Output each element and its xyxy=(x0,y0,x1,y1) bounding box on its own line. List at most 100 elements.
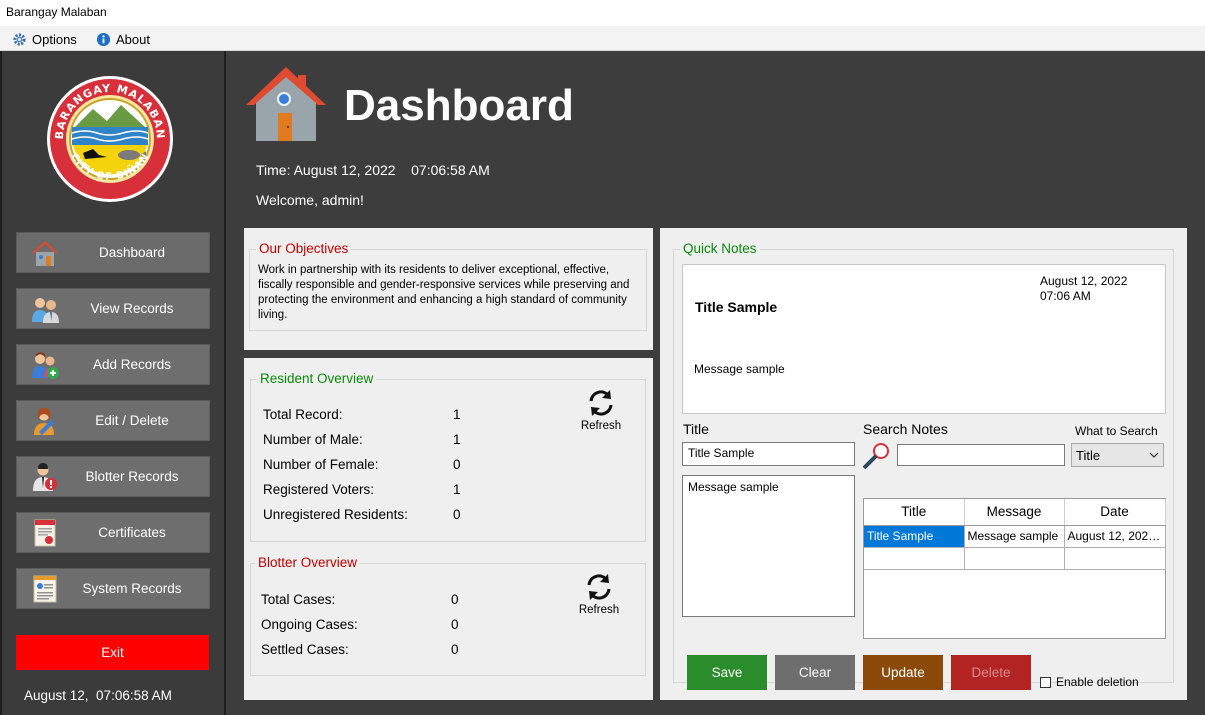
info-icon xyxy=(96,32,111,46)
barangay-seal-logo: BARANGAY MALABAN CITY OF BIÑAN xyxy=(47,76,173,202)
objectives-title: Our Objectives xyxy=(256,241,352,256)
table-cell[interactable]: August 12, 202… xyxy=(1064,525,1166,548)
sidebar-item-blotter-records[interactable]: Blotter Records xyxy=(16,456,210,497)
table-row[interactable]: Title Sample Message sample August 12, 2… xyxy=(864,525,1166,548)
sidebar-item-add-records[interactable]: Add Records xyxy=(16,344,210,385)
sidebar-item-view-records[interactable]: View Records xyxy=(16,288,210,329)
stat-label: Ongoing Cases: xyxy=(261,617,358,632)
welcome-message: Welcome, admin! xyxy=(256,192,364,208)
stat-label: Settled Cases: xyxy=(261,642,349,657)
menu-about-label: About xyxy=(116,31,150,47)
search-notes-label: Search Notes xyxy=(863,421,948,437)
house-icon xyxy=(32,241,58,266)
menu-bar: Options About xyxy=(0,26,1205,51)
sidebar-item-label: View Records xyxy=(90,301,174,316)
search-input[interactable] xyxy=(897,444,1065,466)
column-header-date[interactable]: Date xyxy=(1064,499,1166,526)
gear-icon xyxy=(13,32,26,46)
objectives-panel: Our Objectives Work in partnership with … xyxy=(244,228,653,350)
objectives-text: Work in partnership with its residents t… xyxy=(258,264,630,321)
column-header-title[interactable]: Title xyxy=(864,499,965,526)
certificate-icon xyxy=(34,519,56,547)
stat-label: Total Record: xyxy=(263,407,343,422)
people-icon xyxy=(32,298,59,323)
stat-value: 1 xyxy=(453,432,461,447)
document-icon xyxy=(33,575,57,603)
exit-button[interactable]: Exit xyxy=(16,635,209,670)
stat-label: Total Cases: xyxy=(261,592,336,607)
sidebar-item-label: Certificates xyxy=(98,525,166,540)
overview-panel: Resident Overview Total Record: 1 Number… xyxy=(244,358,653,700)
table-cell[interactable] xyxy=(1064,547,1166,570)
main-content: Dashboard Time: August 12, 2022 07:06:58… xyxy=(228,51,1205,715)
notes-table: Title Message Date Title Sample Message … xyxy=(863,498,1166,639)
table-cell[interactable] xyxy=(964,547,1065,570)
checkbox-box[interactable] xyxy=(1040,676,1051,688)
column-header-message[interactable]: Message xyxy=(964,499,1065,526)
clear-button[interactable]: Clear xyxy=(775,655,855,690)
update-button[interactable]: Update xyxy=(863,655,943,690)
menu-options[interactable]: Options xyxy=(8,29,81,49)
stat-label: Unregistered Residents: xyxy=(263,507,408,522)
sidebar-item-system-records[interactable]: System Records xyxy=(16,568,210,609)
refresh-icon xyxy=(589,390,613,416)
quick-notes-group: Quick Notes August 12, 2022 07:06 AM Tit… xyxy=(673,241,1174,690)
stat-label: Number of Female: xyxy=(263,457,379,472)
window-title: Barangay Malaban xyxy=(6,5,107,19)
delete-button[interactable]: Delete xyxy=(951,655,1031,690)
what-to-search-label: What to Search xyxy=(1075,424,1158,438)
blotter-overview-title: Blotter Overview xyxy=(255,555,361,570)
sidebar-item-label: Blotter Records xyxy=(85,469,179,484)
table-header-row: Title Message Date xyxy=(864,499,1166,526)
stat-value: 0 xyxy=(451,642,459,657)
sidebar-item-certificates[interactable]: Certificates xyxy=(16,512,210,553)
current-time: Time: August 12, 2022 07:06:58 AM xyxy=(256,162,490,178)
stat-value: 0 xyxy=(451,592,459,607)
refresh-label: Refresh xyxy=(578,604,620,616)
chevron-down-icon xyxy=(1149,452,1159,458)
stat-value: 1 xyxy=(453,407,461,422)
table-cell[interactable] xyxy=(864,547,965,570)
select-value: Title xyxy=(1076,447,1101,463)
sidebar-item-label: Add Records xyxy=(92,357,172,372)
save-button[interactable]: Save xyxy=(687,655,767,690)
blotter-refresh-button[interactable]: Refresh xyxy=(574,572,624,616)
menu-options-label: Options xyxy=(32,31,77,47)
objectives-group: Our Objectives Work in partnership with … xyxy=(249,241,647,331)
sidebar-item-label: System Records xyxy=(82,581,182,596)
note-preview-title: Title Sample xyxy=(695,299,778,315)
stat-value: 1 xyxy=(453,482,461,497)
table-cell[interactable]: Message sample xyxy=(964,525,1065,548)
quick-notes-title: Quick Notes xyxy=(680,241,760,256)
enable-deletion-checkbox[interactable]: Enable deletion xyxy=(1040,675,1139,689)
quick-notes-panel: Quick Notes August 12, 2022 07:06 AM Tit… xyxy=(660,228,1187,700)
refresh-icon xyxy=(587,574,611,600)
stat-label: Number of Male: xyxy=(263,432,363,447)
table-cell[interactable]: Title Sample xyxy=(864,525,965,548)
refresh-label: Refresh xyxy=(580,420,622,432)
message-textarea[interactable]: Message sample xyxy=(682,475,855,617)
sidebar-item-label: Dashboard xyxy=(98,245,166,260)
sidebar-item-edit-delete[interactable]: Edit / Delete xyxy=(16,400,210,441)
dashboard-house-icon xyxy=(246,67,326,141)
edit-user-icon xyxy=(34,408,54,435)
note-preview-date: August 12, 2022 07:06 AM xyxy=(1040,274,1128,303)
resident-refresh-button[interactable]: Refresh xyxy=(576,388,626,432)
resident-overview-group: Resident Overview Total Record: 1 Number… xyxy=(250,371,646,542)
title-label: Title xyxy=(683,421,709,437)
sidebar-item-dashboard[interactable]: Dashboard xyxy=(16,232,210,273)
menu-about[interactable]: About xyxy=(92,29,154,49)
window-titlebar: Barangay Malaban xyxy=(0,0,1205,26)
blotter-overview-group: Blotter Overview Total Cases: 0 Ongoing … xyxy=(250,555,646,676)
alert-user-icon xyxy=(33,463,57,491)
search-icon xyxy=(862,443,889,470)
what-to-search-select[interactable]: Title xyxy=(1071,443,1164,467)
sidebar-item-label: Edit / Delete xyxy=(95,413,169,428)
title-input[interactable]: Title Sample xyxy=(682,442,855,466)
sidebar-clock: August 12, 07:06:58 AM xyxy=(24,688,172,703)
add-user-icon xyxy=(32,352,59,379)
table-row-empty[interactable] xyxy=(864,547,1166,570)
stat-value: 0 xyxy=(453,507,461,522)
note-preview: August 12, 2022 07:06 AM Title Sample Me… xyxy=(682,264,1166,414)
stat-value: 0 xyxy=(451,617,459,632)
